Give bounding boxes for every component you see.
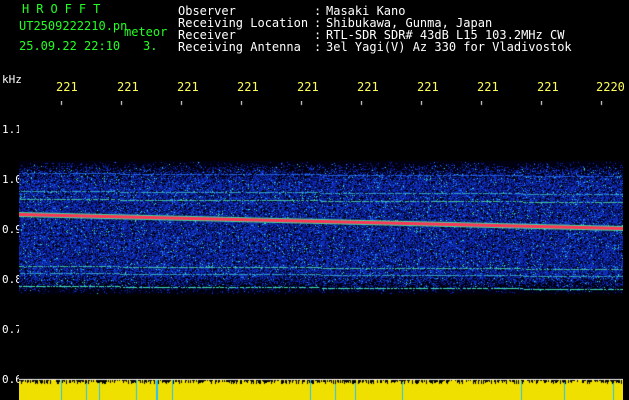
spectrogram-plot	[19, 101, 623, 400]
x-tick: 221	[177, 80, 199, 94]
file-name: UT2509222210.pn	[19, 19, 128, 33]
y-axis: kHz 1.1 1.0 0.9 0.8 0.7 0.6	[0, 0, 22, 400]
count-value: 3.	[143, 39, 158, 53]
x-tick: 221	[357, 80, 379, 94]
app-title: HROFFT	[22, 2, 108, 16]
datetime: 25.09.22 22:10	[19, 39, 121, 53]
info-colon: :	[314, 40, 322, 54]
x-tick: 221	[537, 80, 559, 94]
x-tick: 221	[477, 80, 499, 94]
x-tick: 221	[297, 80, 319, 94]
x-tick: 221	[117, 80, 139, 94]
x-tick: 221	[237, 80, 259, 94]
info-value-antenna: 3el Yagi(V) Az 330 for Vladivostok	[326, 40, 572, 54]
y-axis-unit: kHz	[2, 73, 22, 86]
info-label-antenna: Receiving Antenna	[178, 40, 301, 54]
x-tick: 221	[56, 80, 78, 94]
mode-label: meteor	[124, 25, 168, 39]
x-tick: 221	[417, 80, 439, 94]
x-tick: 2220	[596, 80, 625, 94]
